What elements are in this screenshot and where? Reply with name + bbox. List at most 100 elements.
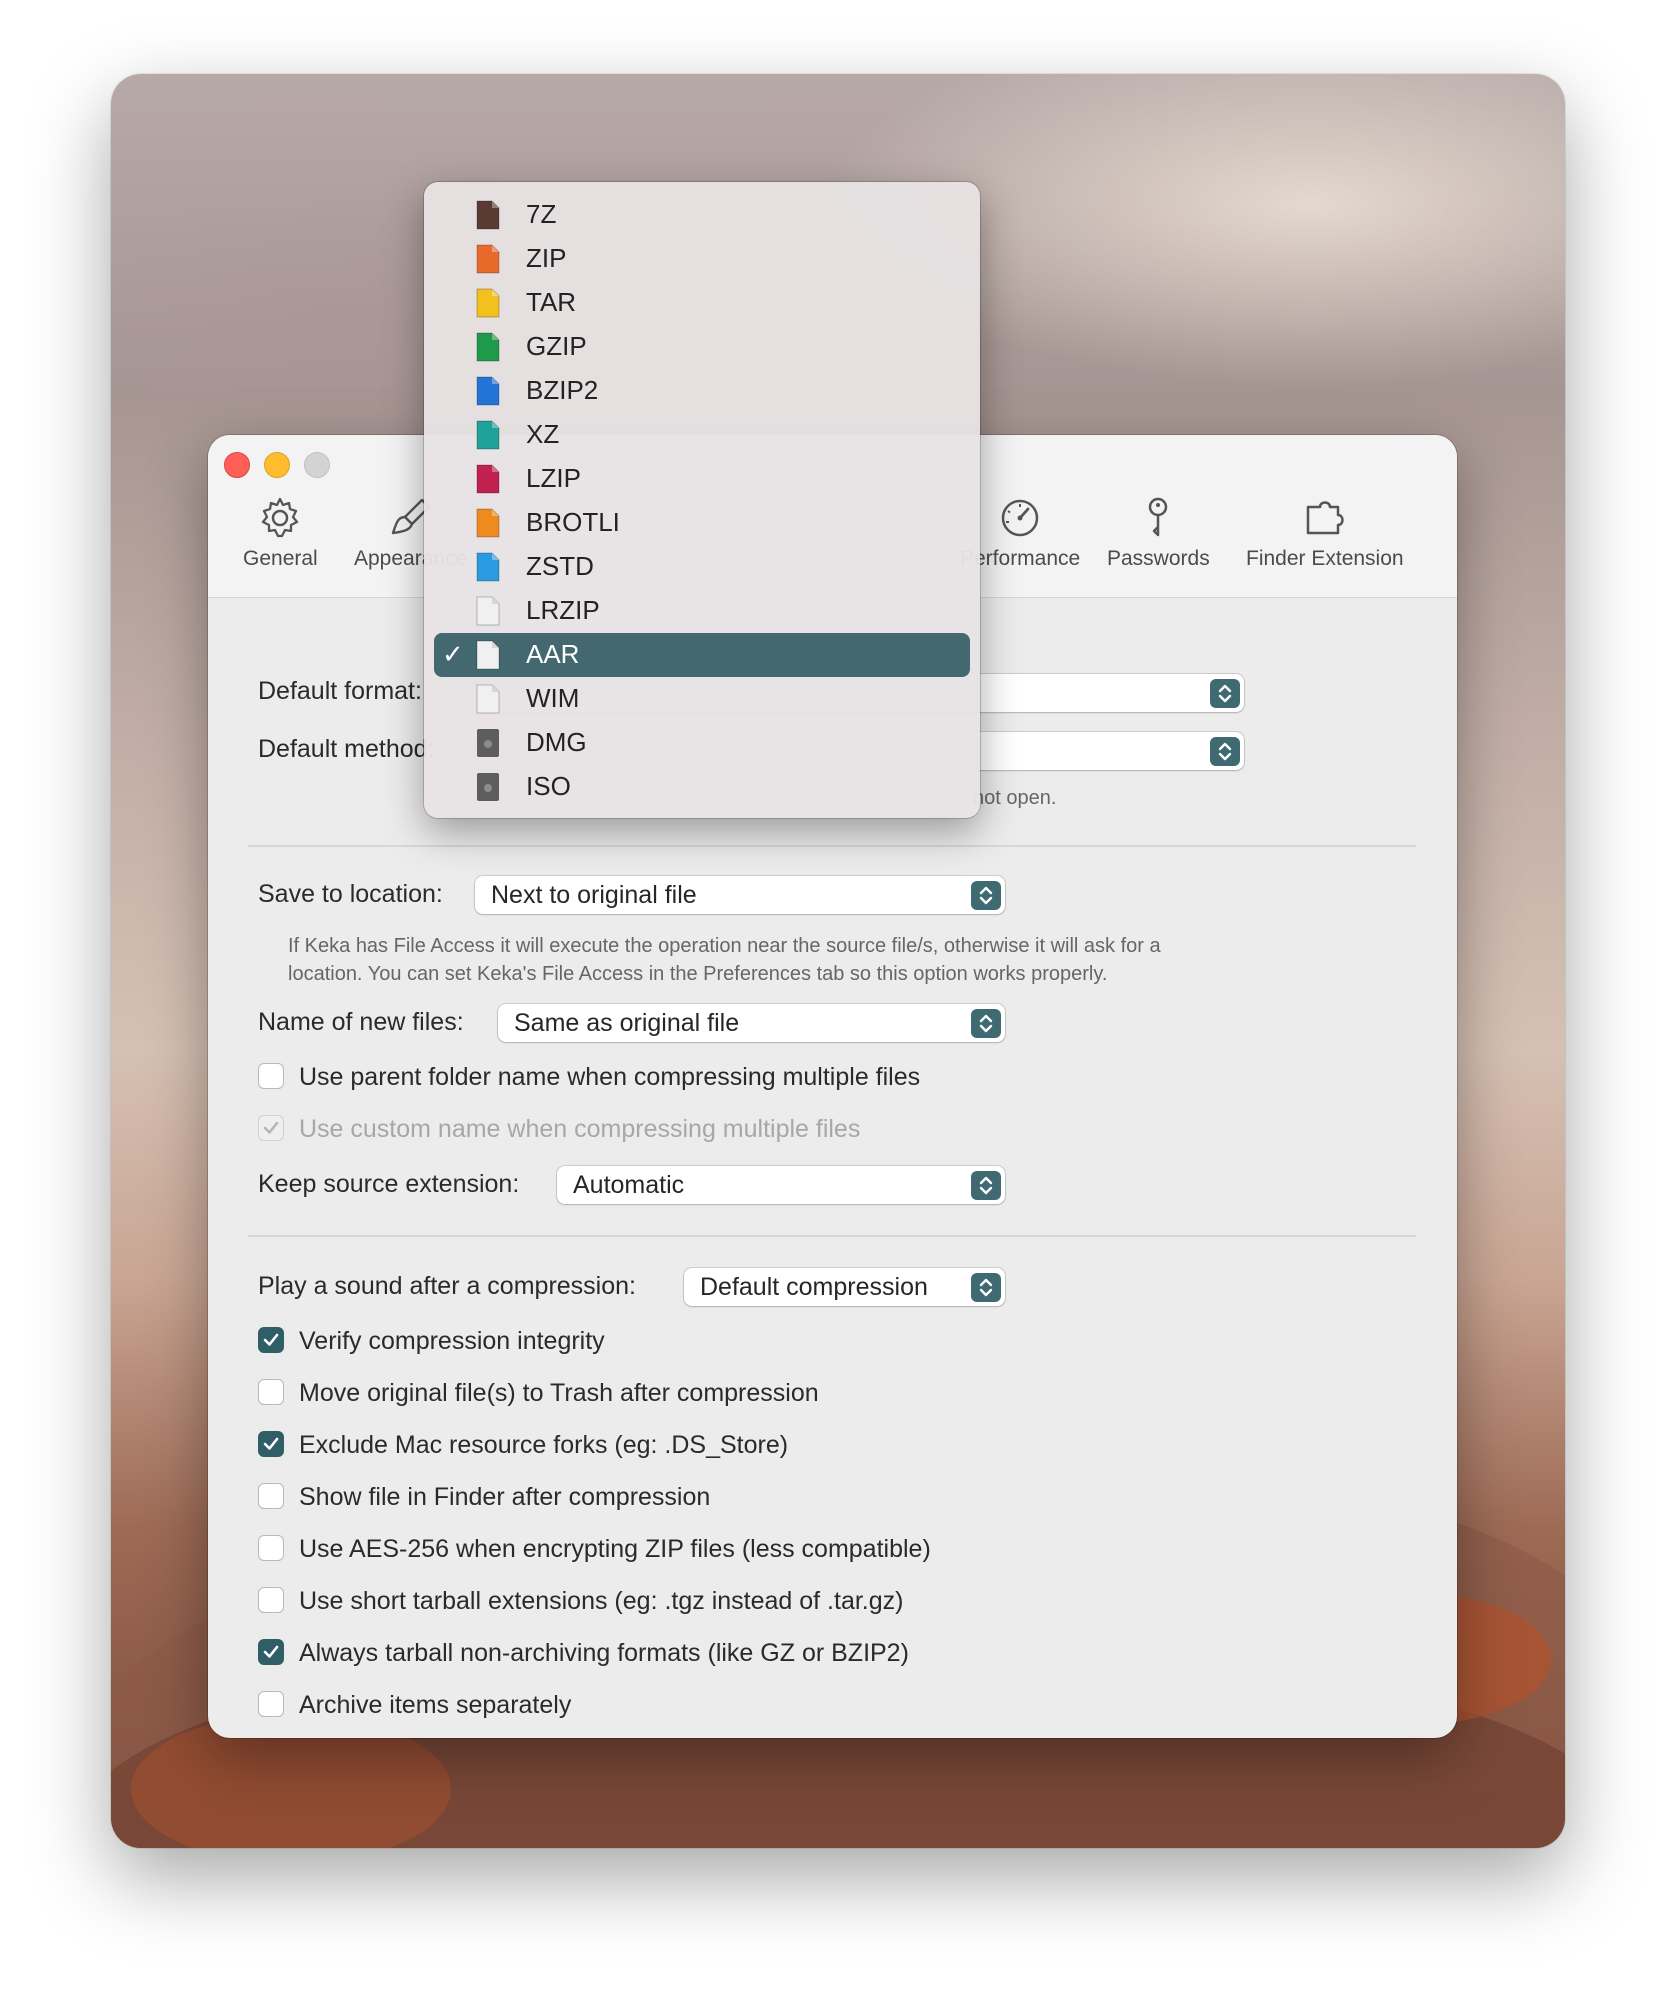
menu-item-label: XZ <box>526 419 560 449</box>
disk-image-icon <box>477 773 499 801</box>
tab-finder-extension[interactable]: Finder Extension <box>1246 495 1404 571</box>
short-tarball-checkbox[interactable] <box>258 1587 284 1613</box>
menu-item-xz[interactable]: XZ <box>434 413 970 457</box>
archive-file-icon <box>476 464 500 494</box>
menu-item-label: DMG <box>526 727 587 757</box>
chevron-updown-icon <box>1210 679 1240 708</box>
archive-file-icon <box>476 508 500 538</box>
method-note: not open. <box>973 787 1057 809</box>
keep-extension-label: Keep source extension: <box>258 1170 520 1198</box>
menu-item-label: TAR <box>526 287 577 317</box>
puzzle-icon <box>1306 501 1344 535</box>
minimize-window-button[interactable] <box>264 452 290 478</box>
menu-item-zip[interactable]: ZIP <box>434 237 970 281</box>
archive-file-icon <box>476 640 500 670</box>
menu-item-label: AAR <box>526 639 580 669</box>
verify-integrity-label: Verify compression integrity <box>299 1327 605 1355</box>
menu-item-zstd[interactable]: ZSTD <box>434 545 970 589</box>
checkmark-icon: ✓ <box>442 639 464 669</box>
chevron-updown-icon <box>971 1171 1001 1200</box>
archive-file-icon <box>476 376 500 406</box>
move-to-trash-label: Move original file(s) to Trash after com… <box>299 1379 819 1407</box>
tab-general-label: General <box>243 547 318 570</box>
menu-item-gzip[interactable]: GZIP <box>434 325 970 369</box>
show-in-finder-checkbox[interactable] <box>258 1483 284 1509</box>
chevron-updown-icon <box>971 881 1001 910</box>
menu-item-label: BZIP2 <box>526 375 599 405</box>
archive-file-icon <box>476 332 500 362</box>
key-icon <box>1149 497 1168 537</box>
keep-extension-value: Automatic <box>573 1171 685 1199</box>
short-tarball-label: Use short tarball extensions (eg: .tgz i… <box>299 1587 904 1615</box>
tab-passwords-label: Passwords <box>1107 547 1210 570</box>
menu-item-tar[interactable]: TAR <box>434 281 970 325</box>
show-in-finder-label: Show file in Finder after compression <box>299 1483 711 1511</box>
tab-passwords[interactable]: Passwords <box>1107 495 1210 571</box>
exclude-forks-label: Exclude Mac resource forks (eg: .DS_Stor… <box>299 1431 789 1459</box>
zoom-window-button[interactable] <box>304 452 330 478</box>
parent-folder-label: Use parent folder name when compressing … <box>299 1063 921 1091</box>
checkmark-icon <box>263 1121 279 1134</box>
menu-item-label: GZIP <box>526 331 587 361</box>
chevron-updown-icon <box>1210 737 1240 766</box>
verify-integrity-checkbox[interactable] <box>258 1327 284 1353</box>
exclude-forks-checkbox[interactable] <box>258 1431 284 1457</box>
parent-folder-checkbox[interactable] <box>258 1063 284 1089</box>
menu-item-label: LRZIP <box>526 595 600 625</box>
menu-item-brotli[interactable]: BROTLI <box>434 501 970 545</box>
default-format-label: Default format: <box>258 677 422 705</box>
menu-item-wim[interactable]: WIM <box>434 677 970 721</box>
save-location-label: Save to location: <box>258 880 443 908</box>
archive-file-icon <box>476 420 500 450</box>
menu-item-lzip[interactable]: LZIP <box>434 457 970 501</box>
section-divider <box>248 845 1416 847</box>
default-method-label: Default method: <box>258 735 435 763</box>
disk-image-icon <box>477 729 499 757</box>
menu-item-label: ZSTD <box>526 551 594 581</box>
archive-file-icon <box>476 244 500 274</box>
tab-finder-extension-label: Finder Extension <box>1246 547 1404 570</box>
format-dropdown-menu: 7Z ZIP TAR GZIP BZIP2 XZ LZIP BROTLI ZST… <box>424 182 980 818</box>
new-file-name-value: Same as original file <box>514 1009 740 1037</box>
gear-icon <box>262 497 299 538</box>
menu-item-aar[interactable]: ✓ AAR <box>434 633 970 677</box>
archive-separately-checkbox[interactable] <box>258 1691 284 1717</box>
menu-item-label: LZIP <box>526 463 581 493</box>
menu-item-7z[interactable]: 7Z <box>434 193 970 237</box>
menu-item-dmg[interactable]: DMG <box>434 721 970 765</box>
save-location-popup[interactable]: Next to original file <box>475 876 1005 914</box>
always-tarball-checkbox[interactable] <box>258 1639 284 1665</box>
new-file-name-popup[interactable]: Same as original file <box>498 1004 1005 1042</box>
archive-separately-label: Archive items separately <box>299 1691 572 1719</box>
save-location-help-line: If Keka has File Access it will execute … <box>288 935 1161 957</box>
archive-file-icon <box>476 684 500 714</box>
new-file-name-label: Name of new files: <box>258 1008 464 1036</box>
menu-item-label: BROTLI <box>526 507 620 537</box>
chevron-updown-icon <box>971 1009 1001 1038</box>
save-location-help: If Keka has File Access it will execute … <box>288 932 1408 988</box>
speedometer-icon <box>1001 499 1039 537</box>
checkmark-icon <box>263 1437 279 1450</box>
move-to-trash-checkbox[interactable] <box>258 1379 284 1405</box>
section-divider <box>248 1235 1416 1237</box>
menu-item-bzip2[interactable]: BZIP2 <box>434 369 970 413</box>
save-location-value: Next to original file <box>491 881 697 909</box>
sound-value: Default compression <box>700 1273 928 1301</box>
aes256-checkbox[interactable] <box>258 1535 284 1561</box>
archive-file-icon <box>476 200 500 230</box>
menu-item-label: ISO <box>526 771 571 801</box>
menu-item-label: 7Z <box>526 199 557 229</box>
menu-item-label: ZIP <box>526 243 567 273</box>
menu-item-lrzip[interactable]: LRZIP <box>434 589 970 633</box>
custom-name-label: Use custom name when compressing multipl… <box>299 1115 861 1143</box>
sound-popup[interactable]: Default compression <box>684 1268 1005 1306</box>
checkmark-icon <box>263 1333 279 1346</box>
checkmark-icon <box>263 1645 279 1658</box>
archive-file-icon <box>476 552 500 582</box>
menu-item-label: WIM <box>526 683 580 713</box>
tab-general[interactable]: General <box>243 495 318 571</box>
menu-item-iso[interactable]: ISO <box>434 765 970 809</box>
keep-extension-popup[interactable]: Automatic <box>557 1166 1005 1204</box>
close-window-button[interactable] <box>224 452 250 478</box>
custom-name-checkbox[interactable] <box>258 1115 284 1141</box>
